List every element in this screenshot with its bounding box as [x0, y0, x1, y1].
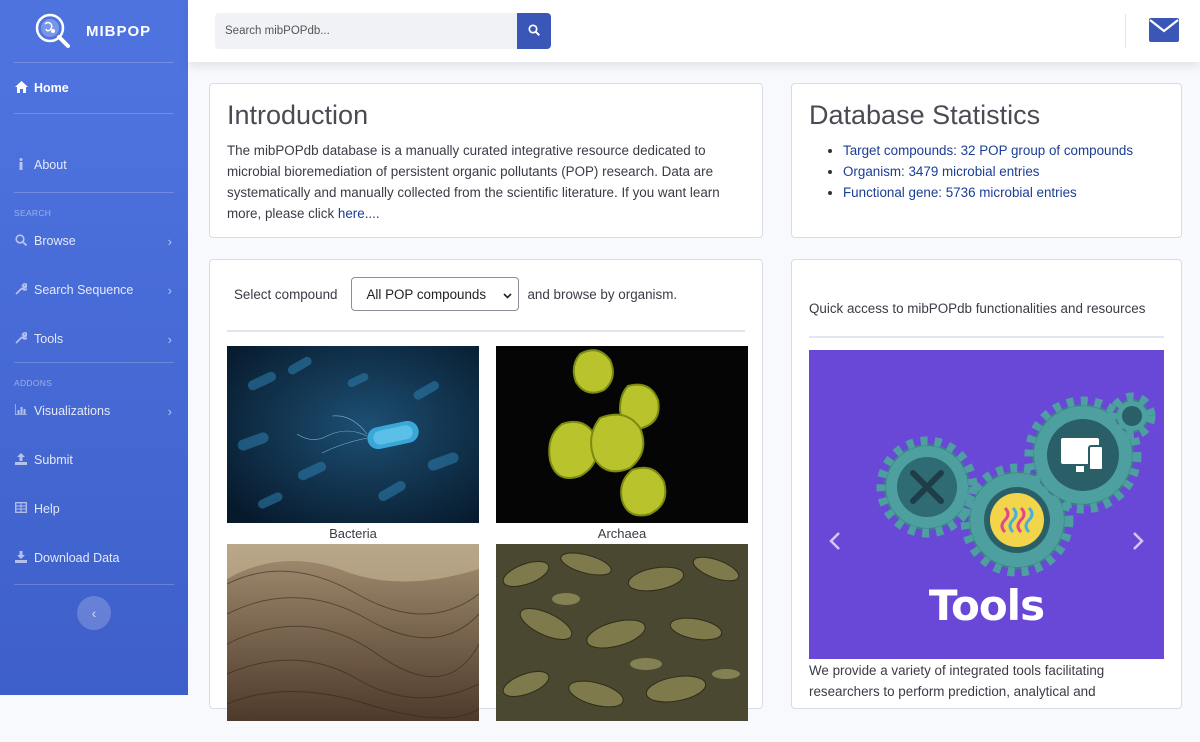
table-icon	[14, 502, 28, 516]
divider	[227, 330, 745, 332]
envelope-icon[interactable]	[1148, 17, 1180, 48]
search-icon	[528, 23, 541, 39]
select-label: Select compound	[234, 286, 338, 302]
select-suffix: and browse by organism.	[527, 286, 678, 302]
chevron-right-icon: ›	[167, 403, 172, 419]
organism-tile-archaea[interactable]: Archaea	[496, 346, 748, 544]
sidebar-item-label: Submit	[34, 453, 73, 467]
compound-select[interactable]: All POP compounds	[351, 277, 520, 311]
sidebar: MIBPOP Home About SEARCH Browse › Search…	[0, 0, 188, 695]
wrench-icon	[14, 282, 29, 298]
intro-title: Introduction	[227, 100, 369, 130]
database-statistics-card: Database Statistics Target compounds: 32…	[791, 83, 1182, 238]
stats-link[interactable]: Organism: 3479 microbial entries	[843, 164, 1039, 179]
stats-item-compounds[interactable]: Target compounds: 32 POP group of compou…	[843, 140, 1164, 161]
quick-access-card: Quick access to mibPOPdb functionalities…	[791, 259, 1182, 709]
sidebar-item-search-sequence[interactable]: Search Sequence ›	[0, 264, 188, 316]
search-icon	[14, 233, 28, 249]
sidebar-item-home[interactable]: Home	[0, 63, 188, 113]
sidebar-item-label: Tools	[34, 332, 64, 346]
stats-item-organism[interactable]: Organism: 3479 microbial entries	[843, 161, 1164, 182]
search-input[interactable]	[215, 13, 517, 49]
chart-icon	[14, 404, 28, 418]
chevron-right-icon: ›	[167, 233, 172, 249]
tools-carousel[interactable]: Tools	[809, 350, 1164, 659]
intro-more-link[interactable]: here....	[338, 206, 380, 221]
divider	[14, 192, 174, 193]
slide-label: Tools	[928, 581, 1045, 630]
tile-caption: Bacteria	[329, 526, 377, 541]
quick-access-title: Quick access to mibPOPdb functionalities…	[809, 301, 1146, 316]
divider	[809, 336, 1164, 338]
sidebar-item-visualizations[interactable]: Visualizations ›	[0, 388, 188, 434]
sidebar-item-label: Help	[34, 502, 60, 516]
brand[interactable]: MIBPOP	[0, 0, 188, 62]
intro-text: The mibPOPdb database is a manually cura…	[227, 140, 745, 224]
sidebar-heading-search: SEARCH	[14, 208, 52, 218]
organism-tile-bacteria[interactable]: Bacteria	[227, 346, 479, 544]
bacteria-image[interactable]	[227, 346, 479, 523]
home-icon	[14, 80, 28, 96]
stats-list: Target compounds: 32 POP group of compou…	[843, 140, 1164, 203]
sidebar-item-submit[interactable]: Submit	[0, 434, 188, 486]
info-icon	[14, 157, 28, 173]
search-bar	[215, 13, 551, 49]
stats-link[interactable]: Functional gene: 5736 microbial entries	[843, 185, 1077, 200]
upload-icon	[14, 452, 28, 468]
tile-caption: Archaea	[597, 526, 647, 541]
organism-grid: Bacteria Archaea	[227, 346, 748, 742]
chevron-right-icon: ›	[167, 331, 172, 347]
stats-title: Database Statistics	[809, 100, 1041, 130]
carousel-prev-button[interactable]	[829, 530, 841, 556]
chevron-right-icon: ›	[167, 282, 172, 298]
topbar	[188, 0, 1200, 62]
sidebar-item-help[interactable]: Help	[0, 486, 188, 532]
sidebar-item-label: Home	[34, 81, 69, 95]
sidebar-item-label: Visualizations	[34, 404, 111, 418]
brand-name: MIBPOP	[86, 22, 152, 40]
sidebar-item-label: Download Data	[34, 551, 120, 565]
topbar-divider	[1125, 14, 1126, 48]
select-value: All POP compounds	[366, 286, 487, 302]
stats-link[interactable]: Target compounds: 32 POP group of compou…	[843, 143, 1133, 158]
sidebar-item-browse[interactable]: Browse ›	[0, 218, 188, 264]
divider	[14, 584, 174, 585]
tile-caption	[496, 721, 748, 742]
fungi-image[interactable]	[227, 544, 479, 721]
browse-card: Select compound All POP compounds and br…	[209, 259, 763, 721]
logo-icon	[34, 12, 72, 50]
wrench-icon	[14, 331, 29, 347]
tile-caption	[227, 721, 479, 742]
compound-selector-row: Select compound All POP compounds and br…	[227, 277, 745, 311]
sidebar-item-label: About	[34, 158, 67, 172]
divider	[14, 362, 174, 363]
algae-image[interactable]	[496, 544, 748, 721]
chevron-down-icon	[503, 287, 513, 302]
sidebar-heading-addons: ADDONS	[14, 378, 53, 388]
sidebar-item-label: Search Sequence	[34, 283, 134, 297]
sidebar-item-tools[interactable]: Tools ›	[0, 316, 188, 362]
quick-access-description: We provide a variety of integrated tools…	[809, 663, 1105, 699]
archaea-image[interactable]	[496, 346, 748, 523]
stats-item-gene[interactable]: Functional gene: 5736 microbial entries	[843, 182, 1164, 203]
download-icon	[14, 550, 28, 566]
intro-body: The mibPOPdb database is a manually cura…	[227, 143, 720, 221]
sidebar-item-label: Browse	[34, 234, 76, 248]
introduction-card: Introduction The mibPOPdb database is a …	[209, 83, 763, 238]
organism-tile-fungi[interactable]	[227, 544, 479, 742]
carousel-next-button[interactable]	[1132, 530, 1144, 556]
organism-tile-algae[interactable]	[496, 544, 748, 742]
search-button[interactable]	[517, 13, 551, 49]
sidebar-toggle-button[interactable]: ‹	[77, 596, 111, 630]
sidebar-item-about[interactable]: About	[0, 114, 188, 192]
sidebar-item-download-data[interactable]: Download Data	[0, 532, 188, 584]
